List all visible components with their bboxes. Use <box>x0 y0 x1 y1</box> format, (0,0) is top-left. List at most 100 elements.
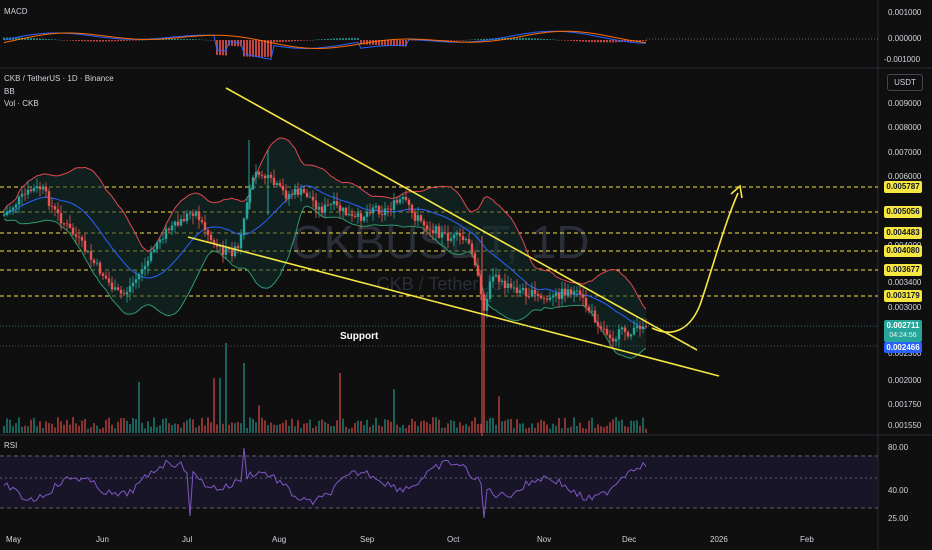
candle-body[interactable] <box>233 246 237 257</box>
candle-body[interactable] <box>470 243 474 254</box>
candle-body[interactable] <box>455 233 459 235</box>
candle-body[interactable] <box>53 206 57 210</box>
candle-body[interactable] <box>422 221 426 226</box>
candle-body[interactable] <box>20 193 24 197</box>
candle-body[interactable] <box>458 233 462 237</box>
candle-body[interactable] <box>527 296 531 298</box>
candle-body[interactable] <box>62 223 66 225</box>
candle-body[interactable] <box>587 306 591 312</box>
candle-body[interactable] <box>344 207 348 216</box>
candle-body[interactable] <box>533 289 537 295</box>
candle-body[interactable] <box>11 207 15 210</box>
candle-body[interactable] <box>602 328 606 330</box>
candle-body[interactable] <box>536 294 540 296</box>
candle-body[interactable] <box>380 214 384 216</box>
candle-body[interactable] <box>407 199 411 205</box>
candle-body[interactable] <box>335 201 339 206</box>
candle-body[interactable] <box>506 283 510 288</box>
candle-body[interactable] <box>569 289 573 295</box>
candle-body[interactable] <box>578 290 582 295</box>
candle-body[interactable] <box>146 260 150 266</box>
candle-body[interactable] <box>224 247 228 255</box>
candle-body[interactable] <box>551 295 555 298</box>
candle-body[interactable] <box>197 211 201 221</box>
candle-body[interactable] <box>362 216 366 221</box>
candle-body[interactable] <box>329 204 333 206</box>
candle-body[interactable] <box>134 279 138 283</box>
candle-body[interactable] <box>143 265 147 270</box>
candle-body[interactable] <box>395 200 399 203</box>
candle-body[interactable] <box>194 211 198 216</box>
candle-body[interactable] <box>545 298 549 300</box>
candle-body[interactable] <box>323 204 327 213</box>
candle-body[interactable] <box>260 174 264 176</box>
candle-body[interactable] <box>464 239 468 241</box>
candle-body[interactable] <box>89 251 93 260</box>
candle-body[interactable] <box>251 177 255 190</box>
candle-body[interactable] <box>434 226 438 234</box>
candle-body[interactable] <box>305 192 309 197</box>
candle-body[interactable] <box>206 230 210 235</box>
candle-body[interactable] <box>308 196 312 198</box>
candle-body[interactable] <box>173 221 177 226</box>
candle-body[interactable] <box>326 204 330 206</box>
candle-body[interactable] <box>359 213 363 221</box>
candle-body[interactable] <box>626 331 630 337</box>
candle-body[interactable] <box>413 212 417 221</box>
candle-body[interactable] <box>155 242 159 250</box>
candle-body[interactable] <box>629 334 633 337</box>
candle-body[interactable] <box>230 249 234 257</box>
candle-body[interactable] <box>287 193 291 199</box>
candle-body[interactable] <box>182 219 186 222</box>
candle-body[interactable] <box>107 278 111 283</box>
candle-body[interactable] <box>497 274 501 282</box>
candle-body[interactable] <box>593 310 597 323</box>
candle-body[interactable] <box>503 280 507 288</box>
candle-body[interactable] <box>152 249 156 253</box>
candle-body[interactable] <box>41 186 45 190</box>
candle-body[interactable] <box>542 298 546 300</box>
candle-body[interactable] <box>275 183 279 186</box>
candle-body[interactable] <box>410 204 414 213</box>
candle-body[interactable] <box>131 282 135 287</box>
candle-body[interactable] <box>293 188 297 195</box>
candle-body[interactable] <box>5 211 9 215</box>
candle-body[interactable] <box>314 200 318 210</box>
candle-body[interactable] <box>449 238 453 241</box>
candle-body[interactable] <box>404 196 408 200</box>
candle-body[interactable] <box>614 339 618 342</box>
candle-body[interactable] <box>566 289 570 296</box>
candle-body[interactable] <box>599 326 603 329</box>
candle-body[interactable] <box>557 292 561 299</box>
candle-body[interactable] <box>44 186 48 192</box>
candle-body[interactable] <box>254 171 258 178</box>
candle-body[interactable] <box>47 191 51 206</box>
candle-body[interactable] <box>371 207 375 214</box>
candle-body[interactable] <box>431 230 435 234</box>
candle-body[interactable] <box>575 290 579 292</box>
candle-body[interactable] <box>467 239 471 244</box>
candle-body[interactable] <box>23 193 27 195</box>
candle-body[interactable] <box>530 289 534 297</box>
candle-body[interactable] <box>374 205 378 208</box>
candle-body[interactable] <box>317 206 321 210</box>
candle-body[interactable] <box>83 240 87 252</box>
candle-body[interactable] <box>278 183 282 186</box>
candle-body[interactable] <box>539 295 543 299</box>
candle-body[interactable] <box>521 288 525 291</box>
candle-body[interactable] <box>281 185 285 191</box>
candle-body[interactable] <box>26 189 30 195</box>
candle-body[interactable] <box>548 297 552 300</box>
candle-body[interactable] <box>95 262 99 264</box>
candle-body[interactable] <box>554 292 558 296</box>
candle-body[interactable] <box>320 206 324 213</box>
candle-body[interactable] <box>284 190 288 199</box>
projection-arrow[interactable] <box>651 192 739 333</box>
candle-body[interactable] <box>128 286 132 292</box>
candle-body[interactable] <box>584 297 588 307</box>
candle-body[interactable] <box>257 171 261 175</box>
candle-body[interactable] <box>140 269 144 275</box>
candle-body[interactable] <box>92 259 96 264</box>
candle-body[interactable] <box>509 283 513 288</box>
candle-body[interactable] <box>101 273 105 276</box>
